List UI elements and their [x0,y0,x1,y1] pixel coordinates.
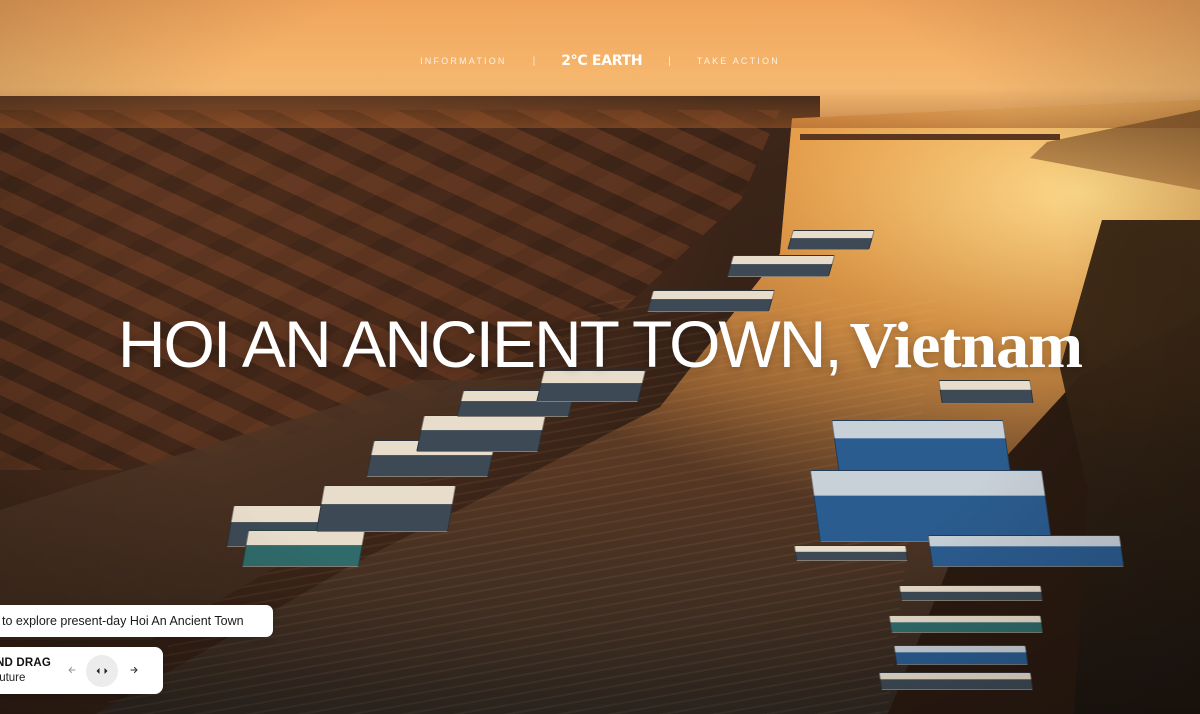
boat [831,420,1011,472]
top-navigation: INFORMATION | 2°C EARTH | TAKE ACTION [0,50,1200,72]
boat [315,485,457,532]
boat [927,535,1125,567]
horizon-haze [0,88,1200,128]
explore-hint-text: to explore present-day Hoi An Ancient To… [2,614,244,628]
title-country: Vietnam [849,309,1084,382]
palm-trees [1060,220,1200,714]
explore-hint-card: to explore present-day Hoi An Ancient To… [0,605,273,637]
boat [793,545,909,561]
time-drag-control: ND DRAG future [0,647,163,694]
boat [416,415,546,452]
boat [893,645,1029,665]
drag-subtitle: future [0,672,26,684]
boat [241,530,366,567]
title-location: HOI AN ANCIENT TOWN, [117,307,843,381]
arrow-right-icon[interactable] [126,662,142,678]
brand-logo[interactable]: 2°C EARTH [561,53,642,69]
page-title: HOI AN ANCIENT TOWN, Vietnam [0,306,1200,384]
hero-stage: INFORMATION | 2°C EARTH | TAKE ACTION HO… [0,0,1200,714]
drag-handle-icon[interactable] [86,655,118,687]
nav-separator: | [532,55,536,67]
nav-information-link[interactable]: INFORMATION [420,56,507,66]
boat [787,230,875,250]
boat [726,255,836,277]
boat [888,615,1044,633]
bridge [800,134,1060,140]
arrow-left-icon[interactable] [64,662,80,678]
nav-separator: | [668,55,671,67]
boat [898,585,1044,601]
boat [878,672,1034,690]
drag-title: ND DRAG [0,657,52,669]
nav-take-action-link[interactable]: TAKE ACTION [697,56,780,66]
boat [809,470,1053,542]
